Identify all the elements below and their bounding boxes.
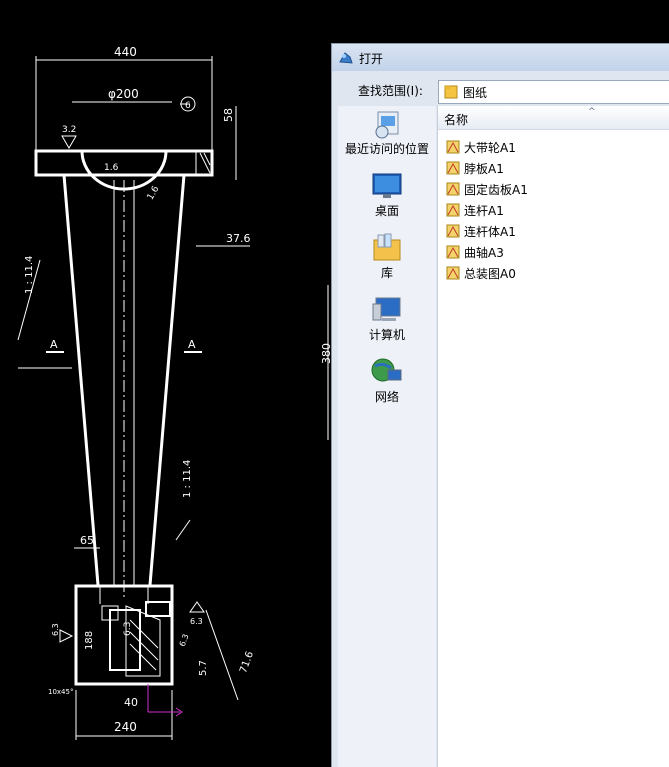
balloon-number: 6: [185, 101, 191, 111]
place-recent[interactable]: 最近访问的位置: [338, 108, 436, 157]
dwg-file-icon: [446, 224, 460, 238]
desktop-icon: [372, 173, 402, 198]
sort-ascending-icon: ^: [588, 107, 596, 117]
dwg-file-icon: [446, 245, 460, 259]
dim-phi200: φ200: [108, 87, 139, 101]
dialog-titlebar[interactable]: 打开: [332, 44, 669, 71]
network-icon: [371, 358, 402, 382]
dim-188: 188: [84, 631, 95, 650]
libraries-icon: [373, 233, 401, 261]
dim-58: 58: [222, 108, 235, 122]
dim-40: 40: [124, 696, 138, 709]
file-name: 大带轮A1: [464, 141, 516, 155]
folder-icon: [444, 85, 458, 99]
dwg-file-icon: [446, 140, 460, 154]
dim-240: 240: [114, 720, 137, 734]
file-name: 固定齿板A1: [464, 183, 528, 197]
place-label-libraries: 库: [380, 266, 393, 280]
computer-icon: [372, 297, 401, 321]
place-label-desktop: 桌面: [374, 204, 399, 218]
file-name: 总装图A0: [464, 267, 516, 281]
file-name: 连杆体A1: [464, 225, 516, 239]
look-in-dropdown[interactable]: 图纸: [438, 80, 669, 104]
dwg-file-icon: [446, 266, 460, 280]
section-marker-a-right: A: [188, 338, 196, 351]
dim-37-6: 37.6: [226, 232, 251, 245]
dim-5-7: 5.7: [198, 660, 209, 676]
places-bar: 最近访问的位置 桌面 库 计算机 网络: [338, 106, 436, 767]
open-dialog-icon: [339, 52, 353, 64]
place-desktop[interactable]: 桌面: [338, 170, 436, 219]
dim-440: 440: [114, 45, 137, 59]
place-label-network: 网络: [374, 390, 399, 404]
open-file-dialog: 打开 查找范围(I): 图纸 最近访问的位置 桌面 库 计算机 网络 名称 ^ …: [331, 43, 669, 767]
dim-taper-left: 1 : 11.4: [24, 256, 35, 294]
dim-3-2-a: 3.2: [62, 125, 76, 135]
column-header-name[interactable]: 名称 ^: [438, 106, 669, 130]
look-in-label: 查找范围(I):: [358, 84, 423, 98]
file-name: 脖板A1: [464, 162, 504, 176]
dim-6-3-b: 6.3: [178, 633, 191, 648]
dwg-file-icon: [446, 182, 460, 196]
place-network[interactable]: 网络: [338, 356, 436, 405]
place-label-computer: 计算机: [368, 328, 405, 342]
dim-1-6-b: 1.6: [146, 184, 162, 202]
place-label-recent: 最近访问的位置: [344, 142, 429, 156]
cad-drawing-canvas[interactable]: 440 6 φ200 58 3.2 1.6 1.6 37.6 1 : 11.4 …: [0, 0, 332, 766]
place-libraries[interactable]: 库: [338, 232, 436, 281]
recent-places-icon: [375, 111, 399, 139]
file-name: 曲轴A3: [464, 246, 504, 260]
column-header-label: 名称: [444, 113, 469, 127]
dim-6-3-d: 6.3: [123, 622, 133, 636]
ucs-axis-icon: [147, 684, 183, 717]
dim-chamfer: 10x45°: [48, 688, 73, 696]
dim-65: 65: [80, 534, 94, 547]
dwg-file-icon: [446, 161, 460, 175]
place-computer[interactable]: 计算机: [338, 294, 436, 343]
dwg-file-icon: [446, 203, 460, 217]
dim-71-6: 71.6: [238, 650, 256, 675]
file-name: 连杆A1: [464, 204, 504, 218]
dialog-title: 打开: [359, 52, 384, 66]
dim-taper-right: 1 : 11.4: [182, 460, 193, 498]
look-in-value: 图纸: [463, 86, 488, 100]
section-marker-a-left: A: [50, 338, 58, 351]
dim-1-6-a: 1.6: [104, 163, 119, 173]
dim-6-3-a: 6.3: [190, 617, 203, 626]
file-list[interactable]: 名称 ^ 大带轮A1 脖板A1 固定齿板A1 连杆A1 连杆体A1 曲轴A3 总装图A0: [437, 106, 669, 767]
dim-6-3-c: 6.3: [51, 623, 60, 636]
